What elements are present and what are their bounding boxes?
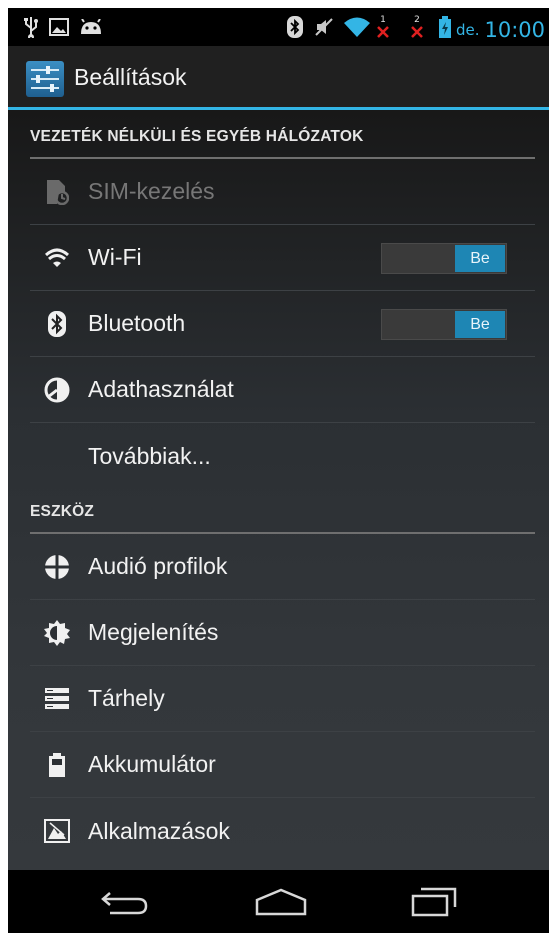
settings-item-label: SIM-kezelés — [88, 178, 215, 204]
settings-item-data-usage[interactable]: Adathasználat — [30, 357, 535, 423]
phone-screen: 1 2 de. 10:00 Beállítások VEZETÉK NÉLKÜL… — [8, 8, 549, 933]
clock-time: 10:00 — [484, 18, 545, 42]
usb-icon — [22, 14, 40, 40]
settings-item-battery[interactable]: Akkumulátor — [30, 732, 535, 798]
bluetooth-toggle[interactable]: Be — [381, 309, 507, 340]
settings-item-label: Bluetooth — [88, 310, 186, 336]
sim-management-icon — [44, 178, 70, 206]
mute-icon — [313, 14, 335, 40]
settings-item-more[interactable]: Továbbiak... — [30, 423, 535, 489]
image-icon — [48, 14, 70, 40]
settings-item-storage[interactable]: Tárhely — [30, 666, 535, 732]
settings-item-label: Tárhely — [88, 685, 165, 711]
sim1-number: 1 — [380, 14, 386, 25]
bluetooth-icon — [286, 14, 304, 40]
settings-item-label: Megjelenítés — [88, 619, 219, 645]
settings-item-label: Audió profilok — [88, 553, 228, 579]
settings-item-label: Alkalmazások — [88, 817, 230, 844]
android-debug-icon — [78, 14, 104, 40]
settings-item-sim-management: SIM-kezelés — [30, 159, 535, 225]
audio-profiles-icon — [44, 553, 70, 581]
data-usage-icon — [44, 376, 70, 404]
wifi-icon — [342, 14, 372, 40]
storage-icon — [44, 685, 70, 713]
clock: de. 10:00 — [456, 14, 545, 42]
battery-charging-icon — [438, 14, 452, 40]
settings-item-wifi[interactable]: Wi-Fi Be — [30, 225, 535, 291]
status-bar: 1 2 de. 10:00 — [8, 8, 549, 46]
settings-item-display[interactable]: Megjelenítés — [30, 600, 535, 666]
recents-icon[interactable] — [394, 880, 474, 924]
battery-icon — [44, 751, 70, 779]
settings-item-label: Adathasználat — [88, 376, 234, 402]
sim2-number: 2 — [414, 14, 420, 25]
settings-item-apps[interactable]: Alkalmazások — [30, 798, 535, 864]
settings-sliders-icon[interactable] — [26, 61, 64, 97]
apps-icon — [44, 817, 70, 845]
section-header-device: ESZKÖZ — [30, 491, 535, 534]
settings-list[interactable]: VEZETÉK NÉLKÜLI ÉS EGYÉB HÁLÓZATOK SIM-k… — [8, 110, 549, 870]
home-icon[interactable] — [241, 880, 321, 924]
wifi-icon — [44, 244, 70, 272]
settings-item-bluetooth[interactable]: Bluetooth Be — [30, 291, 535, 357]
clock-ampm: de. — [455, 21, 480, 39]
action-bar: Beállítások — [8, 46, 549, 110]
wifi-toggle-state: Be — [455, 245, 505, 272]
settings-item-audio-profiles[interactable]: Audió profilok — [30, 534, 535, 600]
section-header-wireless: VEZETÉK NÉLKÜLI ÉS EGYÉB HÁLÓZATOK — [30, 116, 535, 159]
sim1-no-signal-icon: 1 — [374, 14, 392, 40]
bluetooth-icon — [44, 310, 70, 338]
settings-item-label: Wi-Fi — [88, 244, 142, 270]
settings-item-label: Továbbiak... — [88, 442, 211, 469]
bluetooth-toggle-state: Be — [455, 311, 505, 338]
back-icon[interactable] — [85, 880, 165, 924]
wifi-toggle[interactable]: Be — [381, 243, 507, 274]
page-title: Beállítások — [74, 64, 187, 90]
settings-item-label: Akkumulátor — [88, 751, 216, 777]
sim2-no-signal-icon: 2 — [408, 14, 426, 40]
display-icon — [44, 619, 70, 647]
navigation-bar — [8, 870, 549, 933]
